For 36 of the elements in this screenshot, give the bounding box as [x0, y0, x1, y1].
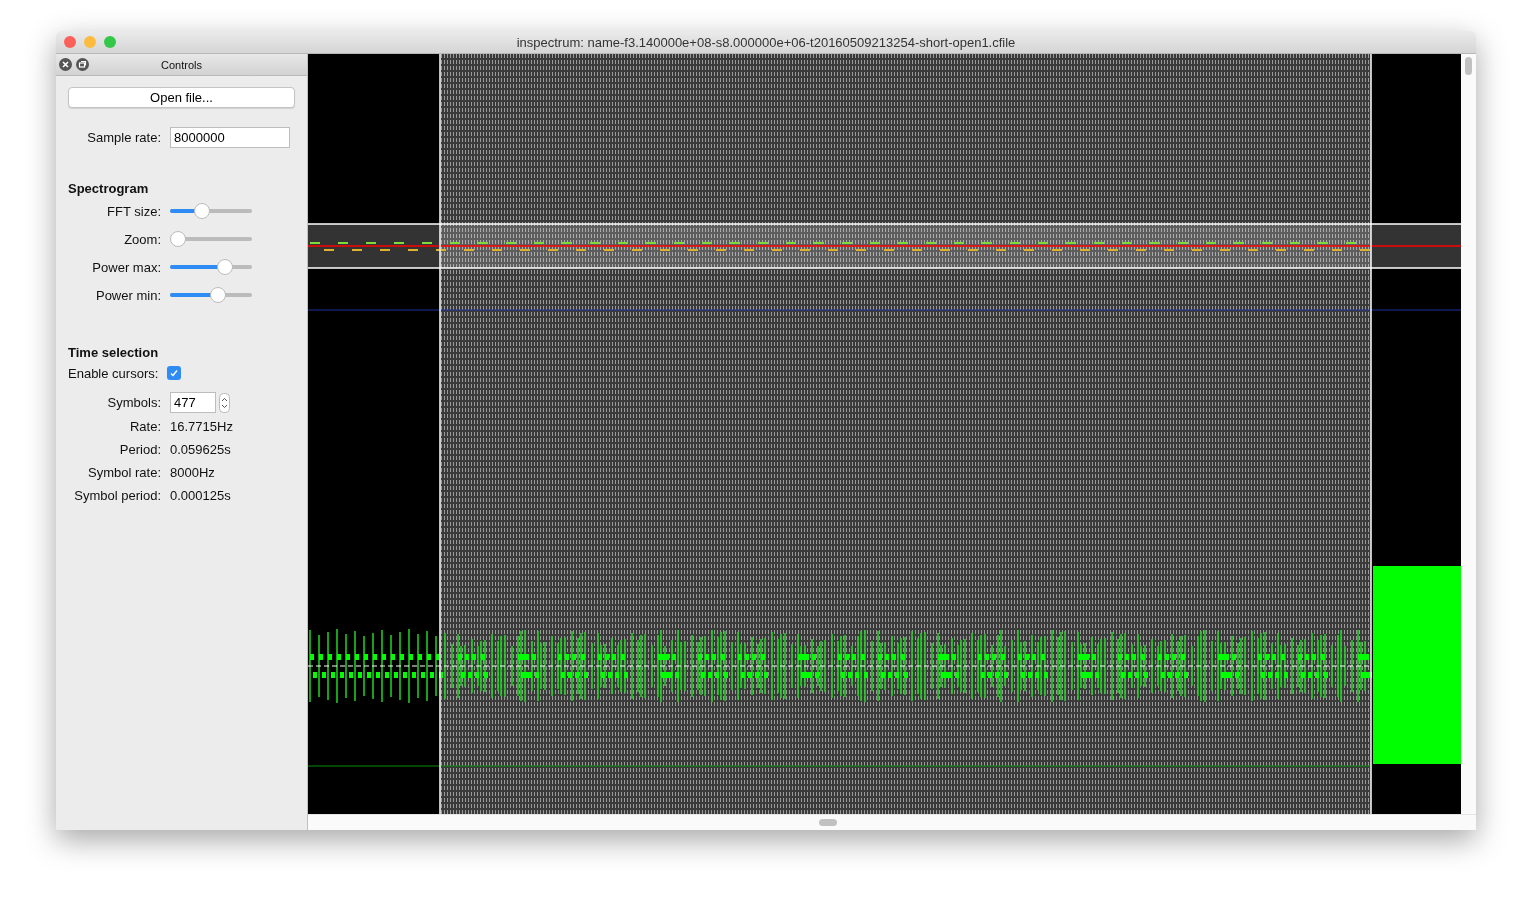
- sample-rate-field[interactable]: 8000000: [170, 127, 290, 148]
- symbols-field[interactable]: 477: [170, 392, 216, 413]
- slider-label: Zoom:: [123, 231, 161, 247]
- readout-label: Rate:: [128, 419, 161, 434]
- checkmark-icon: [169, 368, 180, 378]
- slider[interactable]: [170, 231, 252, 247]
- open-file-button[interactable]: Open file...: [68, 87, 295, 108]
- slider-label: Power max:: [91, 259, 161, 275]
- close-button[interactable]: [64, 36, 76, 48]
- readout-value: 0.000125s: [170, 488, 232, 503]
- scrollbar-thumb[interactable]: [1465, 57, 1472, 75]
- checkbox[interactable]: [167, 366, 182, 380]
- scrollbar-thumb[interactable]: [819, 819, 837, 826]
- readout-value: 8000Hz: [170, 465, 216, 480]
- slider[interactable]: [170, 203, 252, 219]
- close-icon[interactable]: [59, 58, 72, 71]
- stepper-icon[interactable]: [219, 392, 230, 413]
- window-title: inspectrum: name-f3.140000e+08-s8.000000e+06-t20160509213254-short-open1.cfile: [516, 34, 1016, 50]
- panel-title: Controls: [161, 58, 202, 71]
- slider[interactable]: [170, 287, 252, 303]
- readout-label: Symbol period:: [73, 488, 161, 503]
- zoom-button[interactable]: [104, 36, 116, 48]
- section-heading: Time selection: [68, 345, 160, 360]
- slider-label: Power min:: [94, 287, 161, 303]
- readout-value: 0.059625s: [170, 442, 232, 457]
- readout-value: 16.7715Hz: [170, 419, 234, 434]
- slider[interactable]: [170, 259, 252, 275]
- float-icon[interactable]: [76, 58, 89, 71]
- slider-label: FFT size:: [106, 203, 161, 219]
- readout-label: Period:: [118, 442, 161, 457]
- sample-rate-label: Sample rate:: [86, 130, 161, 145]
- symbols-label: Symbols:: [106, 395, 161, 410]
- spectrogram-drawing[interactable]: [308, 54, 1461, 815]
- enable-cursors-label: Enable cursors:: [68, 365, 159, 381]
- section-heading: Spectrogram: [68, 181, 150, 196]
- readout-label: Symbol rate:: [87, 465, 161, 480]
